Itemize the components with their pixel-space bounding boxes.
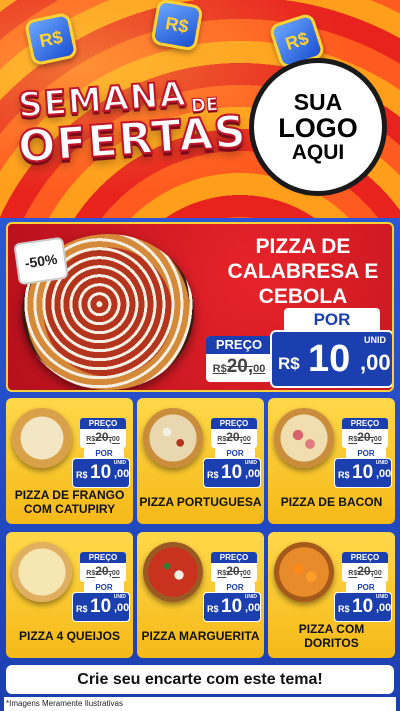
pizza-bacon-icon — [274, 408, 334, 468]
preco-label: PREÇO — [80, 552, 126, 563]
price-decimal: ,00 — [360, 350, 391, 375]
product-price: UNID R$ 10,00 — [203, 592, 261, 622]
footnote: *Imagens Meramente Ilustrativas — [4, 697, 396, 711]
product-name: PIZZA MARGUERITA — [141, 629, 260, 644]
product-name: PIZZA DE BACON — [280, 495, 383, 510]
product-name: PIZZA 4 QUEIJOS — [19, 629, 120, 644]
price-decimal: ,00 — [376, 602, 392, 614]
pizza-portuguesa-icon — [143, 408, 203, 468]
price-decimal: ,00 — [114, 468, 130, 480]
pizza-4queijos-icon — [12, 542, 72, 602]
currency-symbol: R$ — [207, 604, 219, 614]
product-price: UNID R$ 10,00 — [334, 592, 392, 622]
unit-label: UNID — [375, 460, 388, 466]
price-decimal: ,00 — [245, 602, 261, 614]
currency-coin-icon: R$ — [23, 11, 79, 67]
preco-label: PREÇO — [342, 552, 388, 563]
logo-line3: AQUI — [291, 141, 345, 165]
old-price-box: PREÇO R$20,00 — [211, 418, 257, 448]
preco-label: PREÇO — [211, 418, 257, 429]
product-price: UNID R$ 10,00 — [72, 592, 130, 622]
old-price: R$20,00 — [86, 430, 120, 444]
preco-label: PREÇO — [206, 336, 272, 354]
pizza-frango-icon — [12, 408, 72, 468]
product-price: UNID R$ 10,00 — [72, 458, 130, 488]
product-card[interactable]: PREÇO R$20,00 POR UNID R$ 10,00 PIZZA COM DORI… — [268, 532, 395, 658]
featured-offer[interactable]: -50% PIZZA DE CALABRESA E CEBOLA PREÇO R… — [6, 222, 394, 392]
product-card[interactable]: PREÇO R$20,00 POR UNID R$ 10,00 PIZZA 4 QUEIJO… — [6, 532, 133, 658]
price-integer: 10 — [352, 596, 374, 617]
unit-label: UNID — [113, 594, 126, 600]
currency-symbol: R$ — [278, 354, 300, 373]
unit-label: UNID — [244, 594, 257, 600]
price-decimal: ,00 — [245, 468, 261, 480]
logo-line1: SUA — [293, 88, 343, 115]
old-price: R$20,00 — [348, 430, 382, 444]
preco-label: PREÇO — [342, 418, 388, 429]
old-price: R$20,00 — [348, 564, 382, 578]
product-name: PIZZA COM DORITOS — [298, 622, 365, 650]
pizza-marguerita-icon — [143, 542, 203, 602]
old-price: R$20,00 — [212, 356, 266, 377]
old-price-box: PREÇO R$20,00 — [80, 418, 126, 448]
preco-label: PREÇO — [80, 418, 126, 429]
currency-symbol: R$ — [338, 604, 350, 614]
price-integer: 10 — [221, 462, 243, 483]
old-price-box: PREÇO R$20,00 — [206, 336, 272, 382]
product-price: UNID R$ 10,00 — [334, 458, 392, 488]
product-card[interactable]: PREÇO R$20,00 POR UNID R$ 10,00 PIZZA MARGUERI… — [137, 532, 264, 658]
featured-price: UNID R$ 10 ,00 — [270, 330, 392, 388]
price-integer: 10 — [90, 462, 112, 483]
price-integer: 10 — [90, 596, 112, 617]
currency-coin-icon: R$ — [150, 0, 204, 52]
old-price: R$20,00 — [217, 430, 251, 444]
unit-label: UNID — [375, 594, 388, 600]
por-label: POR — [284, 308, 380, 332]
discount-badge: -50% — [13, 236, 69, 286]
unit-label: UNID — [364, 335, 386, 345]
preco-label: PREÇO — [211, 552, 257, 563]
cta-banner[interactable]: Crie seu encarte com este tema! — [6, 665, 394, 694]
product-name: PIZZA PORTUGUESA — [139, 495, 262, 510]
price-integer: 10 — [221, 596, 243, 617]
currency-symbol: R$ — [338, 470, 350, 480]
old-price: R$20,00 — [217, 564, 251, 578]
price-decimal: ,00 — [376, 468, 392, 480]
logo-line2: LOGO — [278, 112, 358, 143]
currency-symbol: R$ — [76, 604, 88, 614]
price-decimal: ,00 — [114, 602, 130, 614]
old-price: R$20,00 — [86, 564, 120, 578]
currency-symbol: R$ — [207, 470, 219, 480]
pizza-doritos-icon — [274, 542, 334, 602]
product-name: PIZZA DE FRANGO COM CATUPIRY — [14, 488, 125, 516]
page-title: SEMANA DE OFERTAS — [15, 73, 249, 174]
currency-symbol: R$ — [76, 470, 88, 480]
logo-placeholder[interactable]: SUA LOGO AQUI — [249, 58, 387, 196]
product-card[interactable]: PREÇO R$20,00 POR UNID R$ 10,00 PIZZA PORTUGUE… — [137, 398, 264, 524]
featured-product-name: PIZZA DE CALABRESA E CEBOLA — [227, 235, 379, 309]
old-price-box: PREÇO R$20,00 — [342, 552, 388, 582]
unit-label: UNID — [113, 460, 126, 466]
product-card[interactable]: PREÇO R$20,00 POR UNID R$ 10,00 PIZZA DE BACON — [268, 398, 395, 524]
old-price-box: PREÇO R$20,00 — [211, 552, 257, 582]
old-price-box: PREÇO R$20,00 — [80, 552, 126, 582]
product-card[interactable]: PREÇO R$20,00 POR UNID R$ 10,00 PIZZA DE FRANG… — [6, 398, 133, 524]
unit-label: UNID — [244, 460, 257, 466]
old-price-box: PREÇO R$20,00 — [342, 418, 388, 448]
header-banner: R$ R$ R$ SEMANA DE OFERTAS SUA LOGO AQUI — [0, 0, 400, 218]
product-price: UNID R$ 10,00 — [203, 458, 261, 488]
price-integer: 10 — [308, 338, 351, 380]
price-integer: 10 — [352, 462, 374, 483]
